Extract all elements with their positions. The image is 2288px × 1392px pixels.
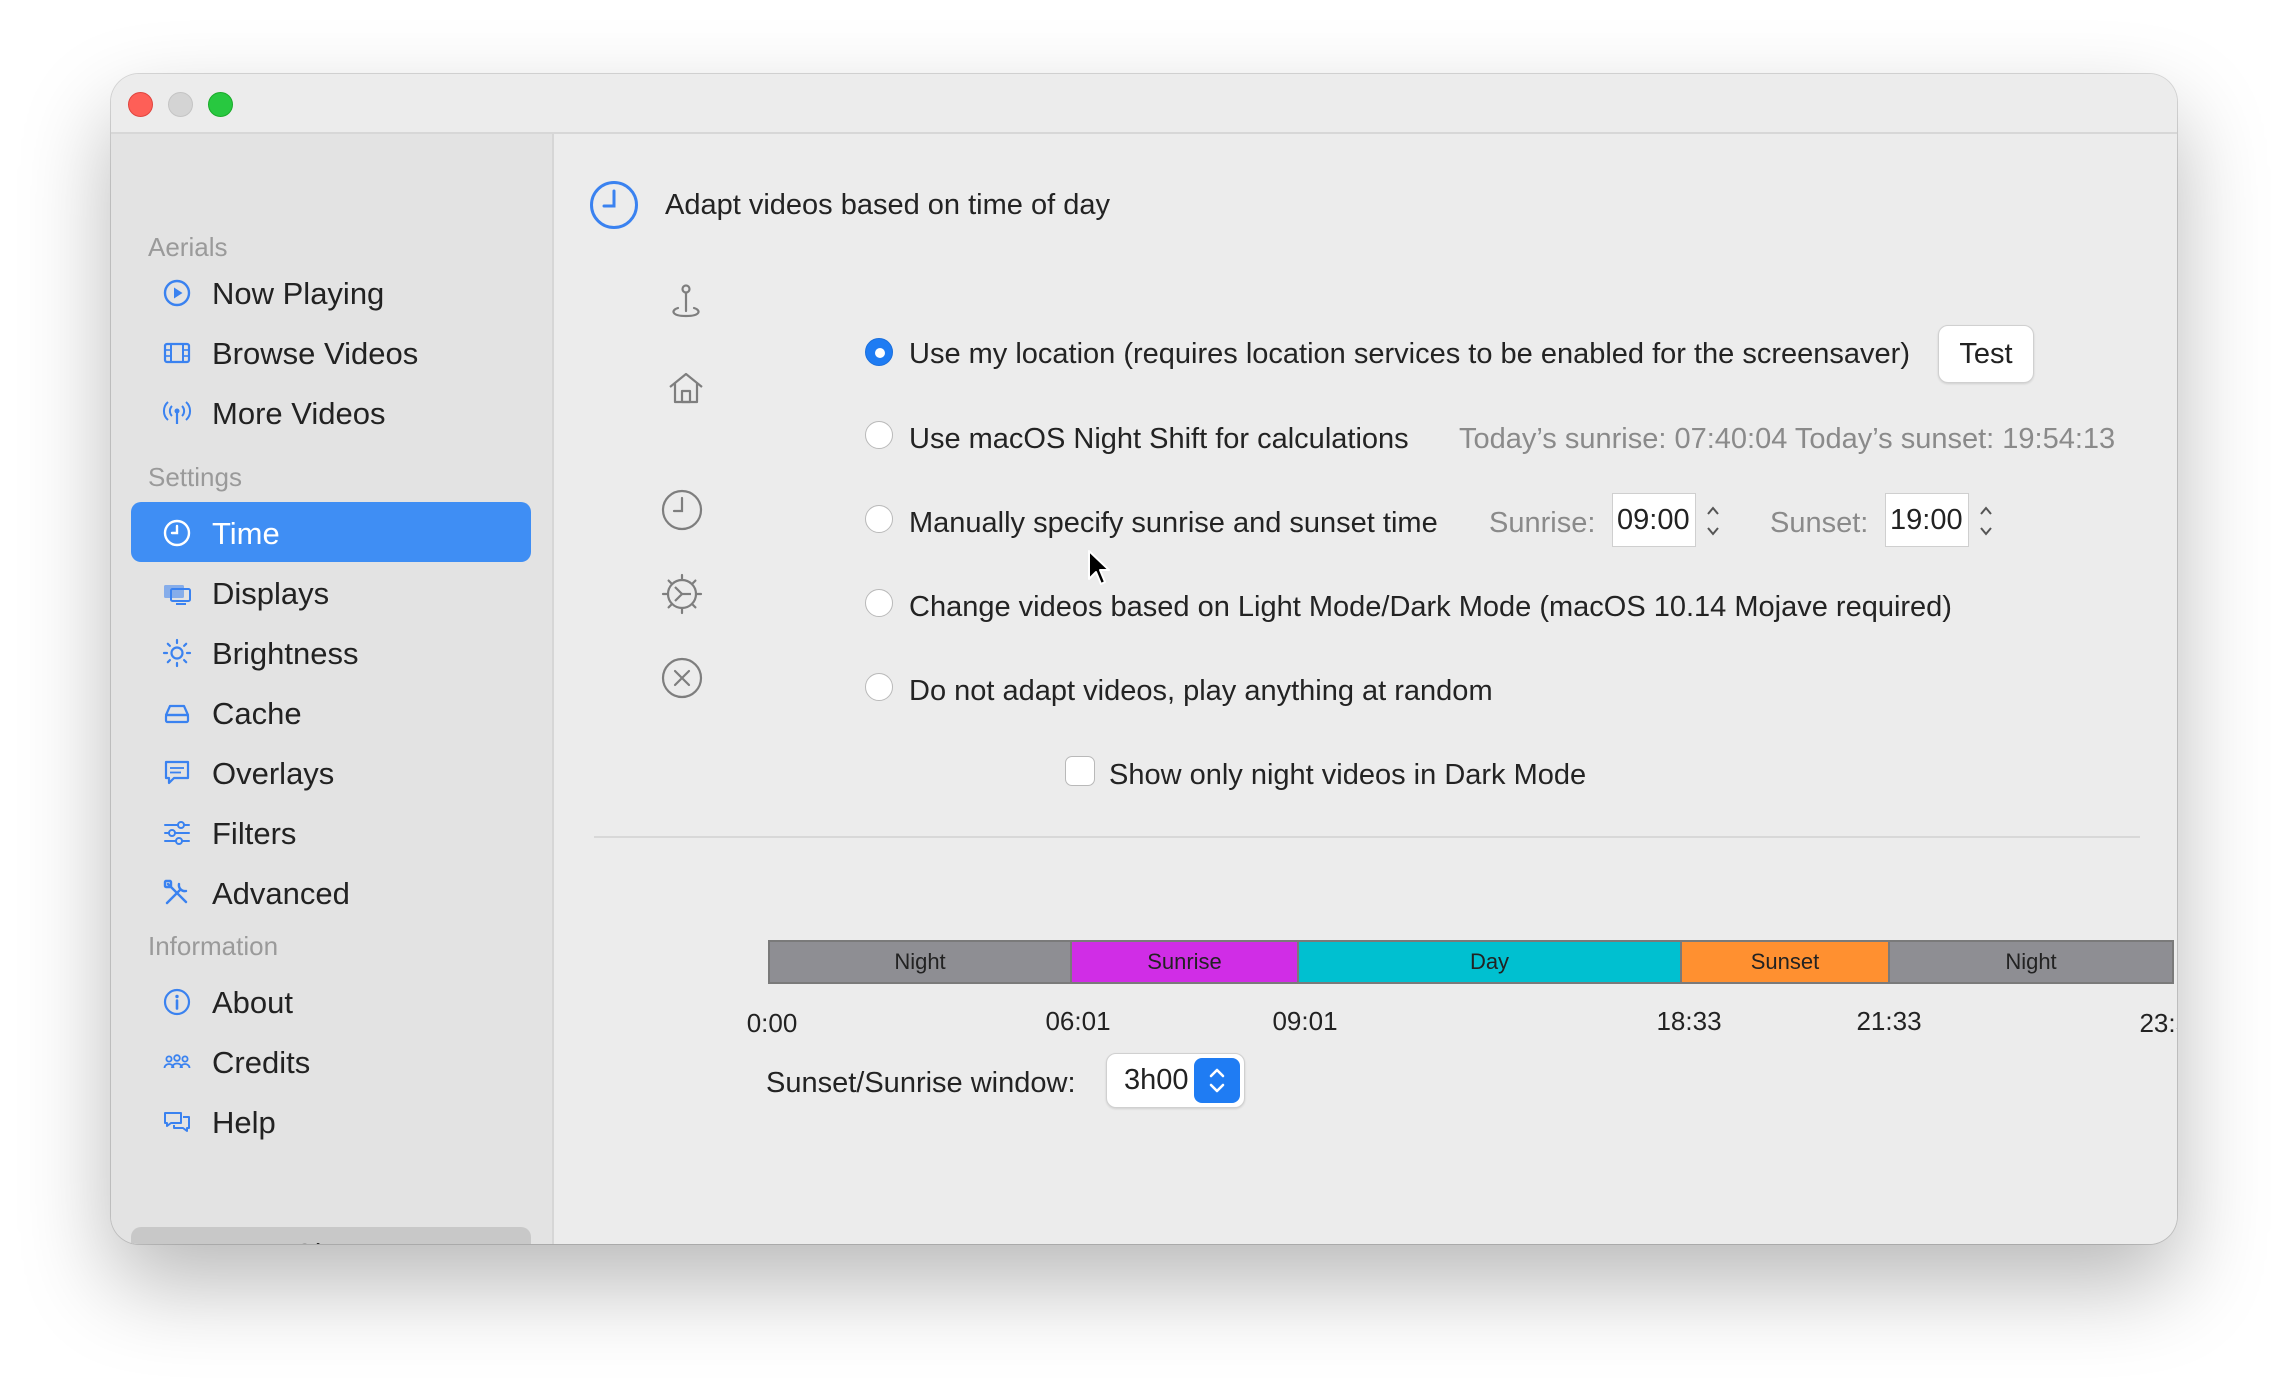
sidebar-item-label: Help: [212, 1105, 276, 1140]
test-button[interactable]: Test: [1938, 325, 2034, 383]
manual-time-label: Manually specify sunrise and sunset time: [909, 507, 1438, 539]
sidebar-item-label: Brightness: [212, 636, 359, 671]
sidebar-item-time[interactable]: Time: [131, 502, 531, 562]
preferences-window: Aerials Now Playing Browse Videos More V…: [111, 74, 2177, 1244]
section-header-aerials: Aerials: [148, 232, 228, 262]
tools-icon: [162, 878, 192, 908]
film-icon: [162, 338, 192, 368]
close-button[interactable]: Close: [131, 1227, 531, 1244]
sidebar-item-label: Time: [212, 516, 280, 551]
night-only-label: Show only night videos in Dark Mode: [1109, 759, 1587, 791]
sidebar-item-label: Displays: [212, 576, 330, 611]
drive-icon: [162, 698, 192, 728]
dark-mode-label: Change videos based on Light Mode/Dark M…: [909, 591, 1952, 623]
sidebar-item-label: Overlays: [212, 756, 335, 791]
time-settings-panel: Adapt videos based on time of day Use my…: [554, 134, 2177, 1244]
sidebar-item-displays[interactable]: Displays: [131, 562, 531, 622]
sliders-icon: [162, 818, 192, 848]
timeline-tick: 18:33: [1656, 1006, 1722, 1036]
timeline-tick: 0:00: [746, 1008, 798, 1038]
sidebar-item-filters[interactable]: Filters: [131, 802, 531, 862]
sunrise-time-field[interactable]: 09:00: [1612, 493, 1696, 547]
section-header-settings: Settings: [148, 462, 242, 492]
clock-icon: [162, 518, 192, 548]
day-timeline: Night Sunrise Day Sunset Night: [768, 940, 2174, 984]
location-pin-icon: [672, 284, 700, 318]
people-icon: [162, 1047, 192, 1077]
night-shift-label: Use macOS Night Shift for calculations: [909, 423, 1409, 455]
timeline-segment-sunrise: Sunrise: [1072, 942, 1299, 982]
sun-times-info: Today’s sunrise: 07:40:04 Today’s sunset…: [1459, 423, 2116, 455]
timeline-segment-sunset: Sunset: [1682, 942, 1890, 982]
sidebar-item-cache[interactable]: Cache: [131, 682, 531, 742]
sidebar-item-credits[interactable]: Credits: [131, 1031, 531, 1091]
sidebar-item-about[interactable]: About: [131, 971, 531, 1031]
sun-icon: [162, 638, 192, 668]
clock-icon: [590, 181, 638, 229]
sunset-time-field[interactable]: 19:00: [1885, 493, 1969, 547]
sidebar-item-label: Filters: [212, 816, 297, 851]
use-location-radio[interactable]: [865, 338, 893, 366]
use-location-label: Use my location (requires location servi…: [909, 338, 1910, 370]
sunrise-stepper[interactable]: [1700, 499, 1726, 543]
sidebar-item-label: About: [212, 985, 294, 1020]
antenna-icon: [162, 398, 192, 428]
x-circle-icon: [661, 657, 703, 699]
section-header-information: Information: [148, 931, 279, 961]
zoom-window-button[interactable]: [208, 92, 233, 117]
sunset-stepper[interactable]: [1973, 499, 1999, 543]
sidebar: Aerials Now Playing Browse Videos More V…: [111, 134, 554, 1244]
sidebar-item-help[interactable]: Help: [131, 1091, 531, 1151]
window-duration-popup[interactable]: 3h00: [1106, 1053, 1245, 1108]
sidebar-item-advanced[interactable]: Advanced: [131, 862, 531, 922]
night-only-checkbox[interactable]: [1065, 756, 1095, 786]
close-window-button[interactable]: [128, 92, 153, 117]
sunset-sunrise-window-label: Sunset/Sunrise window:: [766, 1067, 1076, 1099]
sidebar-item-browse-videos[interactable]: Browse Videos: [131, 322, 531, 382]
sidebar-item-more-videos[interactable]: More Videos: [131, 382, 531, 442]
section-title: Adapt videos based on time of day: [665, 189, 1110, 221]
chat-bubbles-icon: [162, 1107, 192, 1137]
random-label: Do not adapt videos, play anything at ra…: [909, 675, 1493, 707]
night-shift-radio[interactable]: [865, 421, 893, 449]
title-bar: [111, 74, 2177, 134]
sidebar-item-brightness[interactable]: Brightness: [131, 622, 531, 682]
play-circle-icon: [162, 278, 192, 308]
sidebar-item-label: Now Playing: [212, 276, 385, 311]
timeline-segment-day: Day: [1299, 942, 1682, 982]
sidebar-item-label: Credits: [212, 1045, 311, 1080]
timeline-tick: 09:01: [1272, 1006, 1338, 1036]
message-icon: [162, 758, 192, 788]
timeline-segment-night: Night: [770, 942, 1072, 982]
sunset-label: Sunset:: [1770, 507, 1869, 539]
sunrise-label: Sunrise:: [1489, 507, 1596, 539]
chevron-up-down-icon: [1194, 1058, 1240, 1103]
timeline-tick: 23:59: [2139, 1008, 2177, 1038]
sidebar-item-label: Browse Videos: [212, 336, 419, 371]
clock-icon: [661, 489, 703, 531]
mouse-cursor-icon: [1088, 550, 1110, 585]
minimize-window-button[interactable]: [168, 92, 193, 117]
sidebar-item-label: Advanced: [212, 876, 350, 911]
sidebar-item-overlays[interactable]: Overlays: [131, 742, 531, 802]
displays-icon: [162, 578, 192, 608]
gear-icon: [661, 573, 703, 615]
timeline-segment-night: Night: [1890, 942, 2172, 982]
dark-mode-radio[interactable]: [865, 589, 893, 617]
sidebar-item-now-playing[interactable]: Now Playing: [131, 262, 531, 322]
random-radio[interactable]: [865, 673, 893, 701]
timeline-tick: 06:01: [1045, 1006, 1111, 1036]
divider: [594, 836, 2140, 838]
manual-time-radio[interactable]: [865, 505, 893, 533]
info-icon: [162, 987, 192, 1017]
house-icon: [669, 372, 703, 404]
window-duration-value: 3h00: [1124, 1064, 1189, 1096]
sidebar-item-label: Cache: [212, 696, 302, 731]
timeline-tick: 21:33: [1856, 1006, 1922, 1036]
sidebar-item-label: More Videos: [212, 396, 386, 431]
